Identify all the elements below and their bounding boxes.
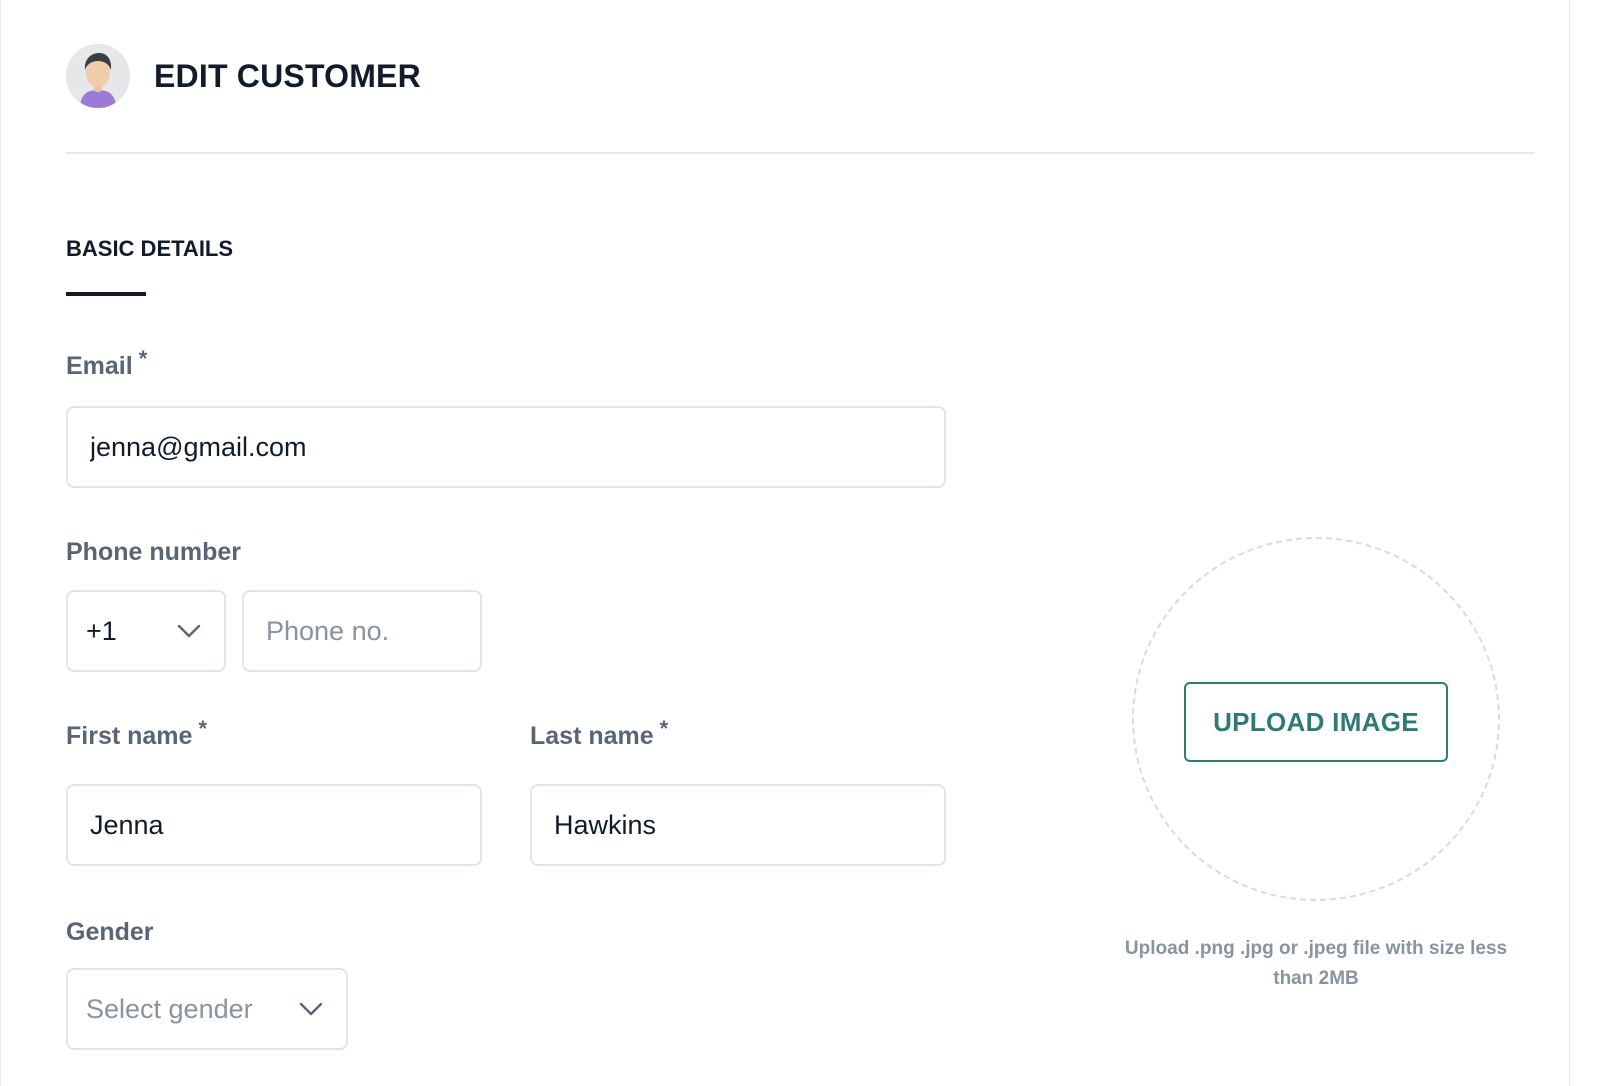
chevron-down-icon bbox=[176, 623, 202, 639]
page-title: EDIT CUSTOMER bbox=[154, 57, 421, 94]
country-code-value: +1 bbox=[86, 615, 117, 646]
email-field[interactable] bbox=[66, 406, 946, 488]
email-label: Email * bbox=[66, 346, 147, 381]
first-name-required-mark: * bbox=[198, 716, 207, 741]
last-name-required-mark: * bbox=[659, 716, 669, 741]
header-divider bbox=[66, 152, 1535, 154]
gender-label: Gender bbox=[66, 918, 154, 946]
first-name-label-text: First name bbox=[66, 722, 193, 750]
first-name-label: First name * bbox=[66, 716, 207, 751]
phone-label: Phone number bbox=[66, 538, 242, 566]
last-name-label-text: Last name bbox=[530, 722, 654, 750]
chevron-down-icon bbox=[298, 1001, 324, 1017]
phone-number-field[interactable] bbox=[242, 590, 482, 672]
last-name-field[interactable] bbox=[530, 784, 946, 866]
tab-basic-details[interactable]: BASIC DETAILS bbox=[66, 236, 233, 262]
gender-select[interactable]: Select gender bbox=[66, 968, 348, 1050]
upload-image-button[interactable]: UPLOAD IMAGE bbox=[1184, 682, 1448, 762]
active-tab-indicator bbox=[66, 292, 146, 296]
last-name-label: Last name * bbox=[530, 716, 668, 751]
email-label-text: Email bbox=[66, 352, 133, 380]
first-name-field[interactable] bbox=[66, 784, 482, 866]
gender-select-placeholder: Select gender bbox=[86, 993, 253, 1024]
edit-customer-page: EDIT CUSTOMER BASIC DETAILS Email* Phone… bbox=[0, 0, 1600, 1086]
user-avatar-icon bbox=[66, 44, 130, 108]
country-code-select[interactable]: +1 bbox=[66, 590, 226, 672]
email-required-mark: * bbox=[138, 346, 148, 371]
upload-hint-text: Upload .png .jpg or .jpeg file with size… bbox=[1124, 938, 1508, 989]
page-header: EDIT CUSTOMER bbox=[66, 44, 421, 108]
right-border bbox=[1569, 0, 1570, 1086]
